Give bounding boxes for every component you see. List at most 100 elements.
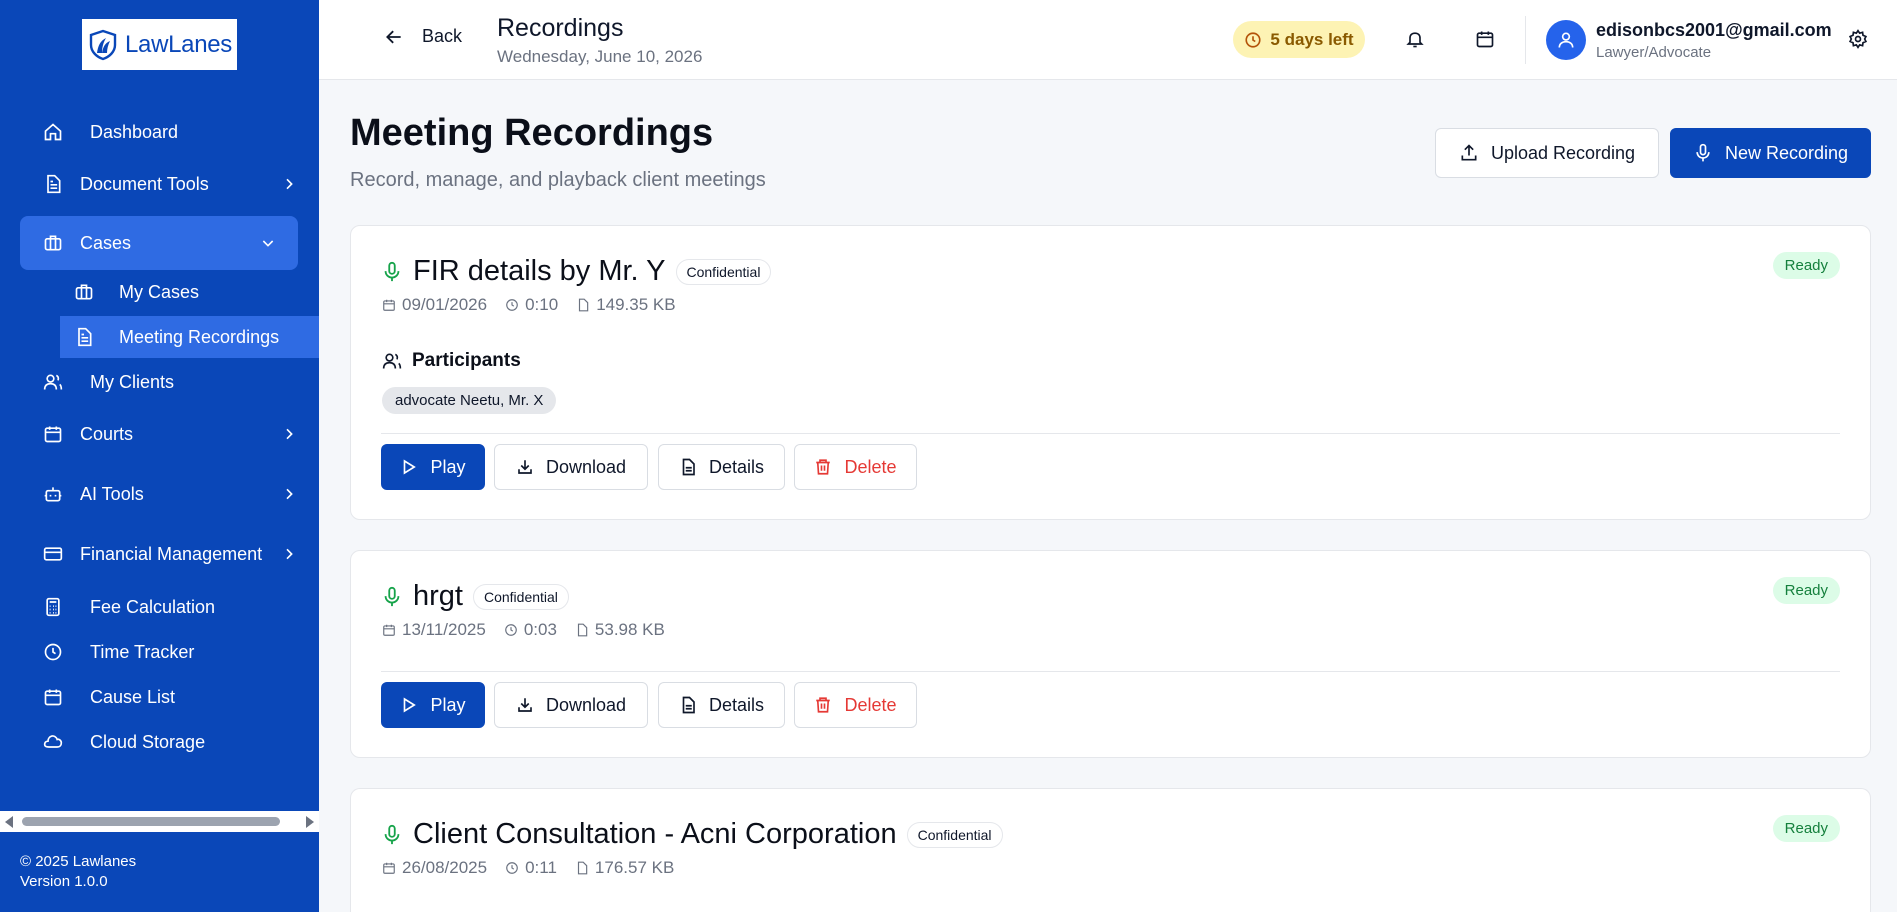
recording-title-row: FIR details by Mr. Y Confidential (381, 255, 772, 288)
page-title: Recordings (497, 14, 624, 42)
new-recording-button[interactable]: New Recording (1670, 128, 1871, 178)
top-bar: Back Recordings Wednesday, June 10, 2026… (319, 0, 1897, 80)
trash-icon (814, 696, 832, 714)
details-button[interactable]: Details (658, 444, 785, 490)
sidebar-item-cloud-storage[interactable]: Cloud Storage (42, 731, 205, 753)
chevron-right-icon (281, 176, 297, 192)
credit-card-icon (42, 543, 64, 565)
delete-button[interactable]: Delete (794, 444, 917, 490)
sidebar-item-label: Meeting Recordings (119, 326, 280, 347)
sidebar-item-label: Document Tools (80, 173, 209, 194)
calendar-button[interactable] (1472, 26, 1498, 52)
current-date: Wednesday, June 10, 2026 (497, 47, 703, 66)
user-email[interactable]: edisonbcs2001@gmail.com (1596, 20, 1832, 41)
sidebar-item-document-tools[interactable]: Document Tools (42, 173, 297, 195)
file-icon (575, 623, 589, 637)
trial-label: 5 days left (1270, 29, 1354, 49)
user-role: Lawyer/Advocate (1596, 44, 1712, 61)
status-badge: Ready (1772, 252, 1840, 279)
chevron-down-icon (260, 235, 276, 251)
card-divider (381, 671, 1840, 672)
recording-size: 53.98 KB (594, 620, 665, 639)
file-icon (576, 298, 590, 312)
recording-card: hrgt Confidential Ready 13/11/2025 0:03 … (350, 550, 1871, 758)
briefcase-icon (73, 281, 95, 303)
main-title: Meeting Recordings (350, 112, 714, 154)
sidebar-item-financial-management[interactable]: Financial Management (42, 543, 297, 565)
sidebar-item-label: Dashboard (90, 121, 179, 142)
download-button[interactable]: Download (494, 682, 648, 728)
recording-size: 176.57 KB (594, 858, 675, 877)
sidebar-item-cause-list[interactable]: Cause List (42, 686, 175, 708)
recording-card: Client Consultation - Acni Corporation C… (350, 788, 1871, 912)
sidebar-item-ai-tools[interactable]: AI Tools (42, 483, 297, 505)
recording-duration: 0:11 (525, 858, 557, 877)
recording-duration: 0:03 (523, 620, 557, 639)
recording-title: Client Consultation - Acni Corporation (413, 818, 897, 850)
settings-button[interactable] (1845, 26, 1871, 52)
user-icon (1556, 30, 1576, 50)
divider (1525, 16, 1526, 64)
arrow-left-icon (384, 27, 404, 47)
status-badge: Ready (1772, 577, 1840, 604)
notifications-button[interactable] (1402, 26, 1428, 52)
home-icon (42, 121, 64, 143)
confidential-badge: Confidential (906, 821, 1003, 848)
play-label: Play (430, 694, 466, 715)
play-button[interactable]: Play (381, 444, 485, 490)
sidebar-item-label: Courts (80, 423, 134, 444)
document-icon (679, 696, 697, 714)
bell-icon (1405, 29, 1425, 49)
calendar-icon (382, 861, 396, 875)
clock-icon (505, 298, 519, 312)
recording-meta: 26/08/2025 0:11 176.57 KB (382, 858, 674, 878)
download-button[interactable]: Download (494, 444, 648, 490)
sidebar-item-cases[interactable]: Cases (20, 216, 298, 270)
sidebar-item-time-tracker[interactable]: Time Tracker (42, 641, 194, 663)
trash-icon (814, 458, 832, 476)
delete-button[interactable]: Delete (794, 682, 917, 728)
upload-icon (1459, 143, 1479, 163)
sidebar: LawLanes Dashboard Document Tools Cases (0, 0, 319, 912)
play-button[interactable]: Play (381, 682, 485, 728)
back-button[interactable]: Back (384, 26, 462, 47)
recording-title-row: hrgt Confidential (381, 580, 569, 613)
scroll-left-arrow-icon[interactable] (5, 816, 13, 828)
delete-label: Delete (844, 456, 897, 477)
participants-label: Participants (412, 350, 521, 371)
file-icon (575, 861, 589, 875)
details-label: Details (708, 694, 765, 715)
trial-badge[interactable]: 5 days left (1233, 21, 1365, 58)
clock-icon (1244, 31, 1262, 49)
sidebar-item-label: My Cases (119, 281, 200, 302)
logo[interactable]: LawLanes (82, 19, 237, 70)
sidebar-item-label: My Clients (90, 371, 175, 392)
new-recording-label: New Recording (1724, 142, 1849, 163)
recording-meta: 13/11/2025 0:03 53.98 KB (382, 620, 665, 640)
avatar[interactable] (1546, 20, 1586, 60)
download-icon (516, 458, 534, 476)
sidebar-item-dashboard[interactable]: Dashboard (42, 121, 178, 143)
sidebar-item-label: Cloud Storage (90, 731, 206, 752)
chevron-right-icon (281, 546, 297, 562)
calendar-icon (382, 298, 396, 312)
clock-icon (42, 641, 64, 663)
scroll-right-arrow-icon[interactable] (306, 816, 314, 828)
confidential-badge: Confidential (472, 583, 569, 610)
details-button[interactable]: Details (658, 682, 785, 728)
page-heading: Recordings Wednesday, June 10, 2026 (497, 14, 702, 67)
sidebar-item-label: Fee Calculation (90, 596, 216, 617)
sidebar-item-fee-calculation[interactable]: Fee Calculation (42, 596, 215, 618)
sidebar-item-meeting-recordings[interactable]: Meeting Recordings (60, 316, 319, 358)
sidebar-item-label: AI Tools (80, 483, 144, 504)
sidebar-item-my-clients[interactable]: My Clients (42, 371, 174, 393)
sidebar-item-courts[interactable]: Courts (42, 423, 297, 445)
upload-recording-button[interactable]: Upload Recording (1435, 128, 1659, 178)
play-label: Play (430, 456, 466, 477)
recording-date: 13/11/2025 (402, 620, 486, 639)
document-icon (73, 326, 95, 348)
scrollbar-thumb[interactable] (22, 817, 280, 826)
download-icon (516, 696, 534, 714)
sidebar-horizontal-scrollbar[interactable] (0, 811, 319, 832)
sidebar-item-my-cases[interactable]: My Cases (73, 281, 199, 303)
